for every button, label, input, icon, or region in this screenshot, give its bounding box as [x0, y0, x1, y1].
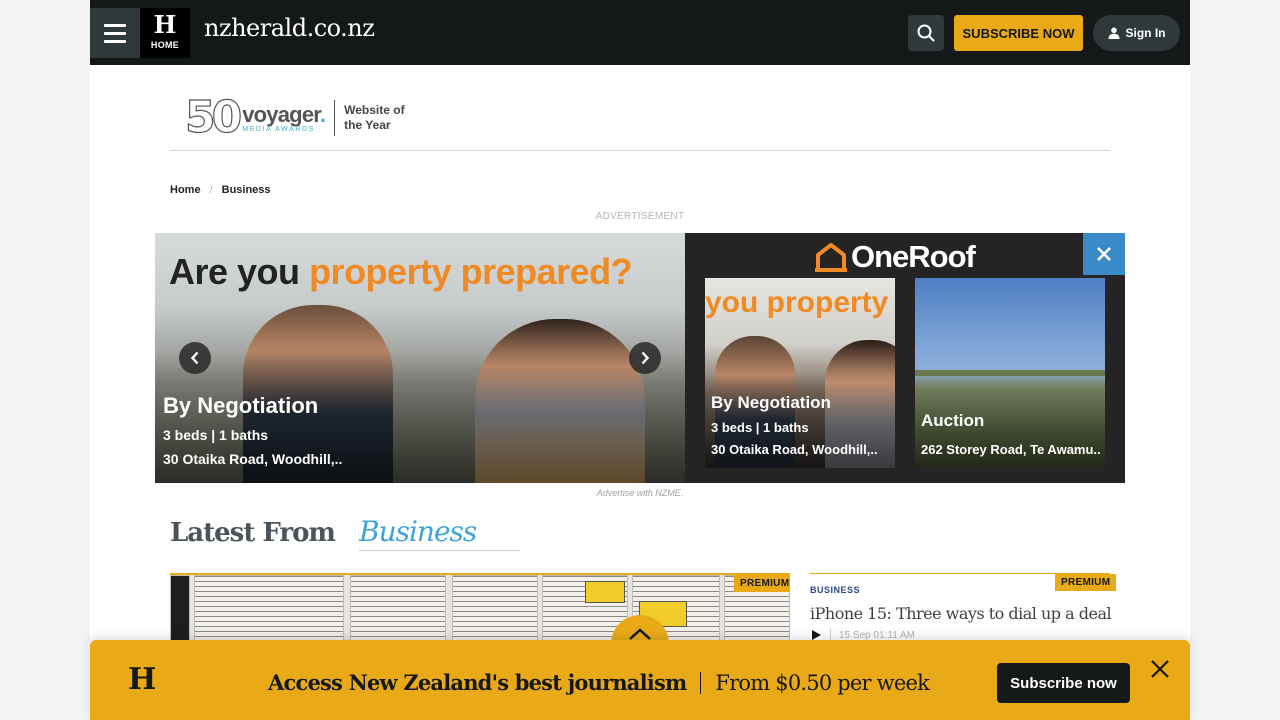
chevron-right-icon — [641, 351, 650, 365]
award-voyager-logo: voyager. MEDIA AWARDS — [242, 101, 326, 133]
article-title[interactable]: iPhone 15: Three ways to dial up a deal — [810, 604, 1112, 623]
house-icon — [815, 243, 847, 272]
image-detail — [194, 575, 344, 643]
ad-oneroof-panel: OneRoof you property prep By Negotiation… — [685, 233, 1125, 483]
chevron-left-icon — [190, 351, 199, 365]
ad-prev-button[interactable] — [179, 342, 211, 374]
user-icon — [1108, 27, 1119, 39]
card-address: 30 Otaika Road, Woodhill,.. — [711, 442, 878, 457]
latest-from-heading: Latest From — [170, 518, 336, 548]
menu-icon-line — [104, 39, 126, 43]
card-price: By Negotiation — [711, 393, 831, 412]
ad-listing-card[interactable]: you property prep By Negotiation 3 beds … — [705, 278, 895, 468]
card-headline: you property prep — [705, 286, 895, 319]
award-title: Website of the Year — [344, 103, 405, 132]
ad-main-listing[interactable]: Are you property prepared? By Negotiatio… — [155, 233, 685, 483]
oneroof-logo: OneRoof — [815, 239, 976, 275]
advertise-with-nzme-link[interactable]: Advertise with NZME. — [0, 488, 1280, 498]
close-icon[interactable] — [1148, 657, 1172, 681]
top-navigation-bar: H HOME nzherald.co.nz SUBSCRIBE NOW Sign… — [90, 0, 1190, 65]
search-button[interactable] — [908, 15, 944, 51]
ad-main-beds: 3 beds | 1 baths — [163, 427, 269, 443]
breadcrumb-home[interactable]: Home — [170, 184, 201, 196]
premium-badge: PREMIUM — [734, 575, 790, 592]
award-brand-name: voyager — [242, 101, 320, 127]
image-detail — [452, 575, 538, 643]
search-icon — [917, 24, 935, 42]
home-logo-button[interactable]: H HOME — [140, 8, 190, 58]
oneroof-advertisement[interactable]: Are you property prepared? By Negotiatio… — [155, 233, 1125, 483]
promo-message: Access New Zealand's best journalism Fro… — [268, 670, 930, 695]
article-timestamp: 15 Sep 01:11 AM — [839, 629, 915, 641]
award-subtitle: MEDIA AWARDS — [242, 125, 315, 133]
image-detail — [585, 581, 625, 603]
ad-next-button[interactable] — [629, 342, 661, 374]
ad-listing-card[interactable]: Auction 262 Storey Road, Te Awamu.. — [915, 278, 1105, 468]
card-beds: 3 beds | 1 baths — [711, 420, 809, 435]
promo-headline: Access New Zealand's best journalism — [268, 670, 687, 695]
subscribe-now-button[interactable]: SUBSCRIBE NOW — [954, 15, 1083, 51]
ad-headline-start: Are you — [169, 251, 300, 292]
close-icon — [1097, 247, 1111, 261]
promo-price: From $0.50 per week — [715, 670, 929, 695]
site-name[interactable]: nzherald.co.nz — [204, 14, 375, 42]
herald-logo-icon: H — [128, 662, 157, 697]
ad-headline-accent: property prepared? — [309, 251, 633, 292]
breadcrumb-separator: / — [209, 184, 213, 196]
article-category[interactable]: BUSINESS — [810, 585, 860, 595]
latest-section-name[interactable]: Business — [359, 515, 520, 551]
website-of-the-year-award: 50 voyager. MEDIA AWARDS Website of the … — [184, 92, 414, 144]
award-divider-line — [170, 150, 1110, 151]
award-divider — [334, 100, 336, 136]
subscription-promo-banner: H Access New Zealand's best journalism F… — [90, 640, 1190, 720]
oneroof-brand: OneRoof — [851, 239, 976, 274]
sign-in-button[interactable]: Sign In — [1093, 15, 1180, 51]
menu-icon — [104, 23, 126, 27]
herald-logo-icon: H — [153, 10, 177, 39]
award-50th-logo: 50 — [184, 92, 242, 143]
image-detail — [170, 575, 190, 643]
advertisement-label: ADVERTISEMENT — [595, 211, 685, 222]
image-detail — [350, 575, 446, 643]
promo-subscribe-button[interactable]: Subscribe now — [997, 663, 1130, 703]
ad-main-address: 30 Otaika Road, Woodhill,.. — [163, 451, 343, 467]
premium-badge: PREMIUM — [1055, 574, 1117, 591]
feature-article-image[interactable]: PREMIUM — [170, 573, 790, 643]
award-brand: voyager. — [242, 101, 326, 127]
ad-close-button[interactable] — [1083, 233, 1125, 275]
breadcrumb: Home / Business — [170, 184, 271, 196]
promo-divider — [700, 671, 702, 694]
sign-in-label: Sign In — [1125, 26, 1166, 40]
chevron-up-icon — [629, 628, 651, 640]
breadcrumb-business[interactable]: Business — [222, 184, 271, 196]
ad-headline: Are you property prepared? — [169, 251, 633, 293]
ad-main-price: By Negotiation — [163, 393, 319, 418]
card-price: Auction — [921, 411, 985, 430]
card-address: 262 Storey Road, Te Awamu.. — [921, 442, 1101, 457]
menu-button[interactable] — [90, 8, 140, 58]
menu-icon-line — [104, 31, 126, 35]
home-label: HOME — [150, 40, 180, 50]
